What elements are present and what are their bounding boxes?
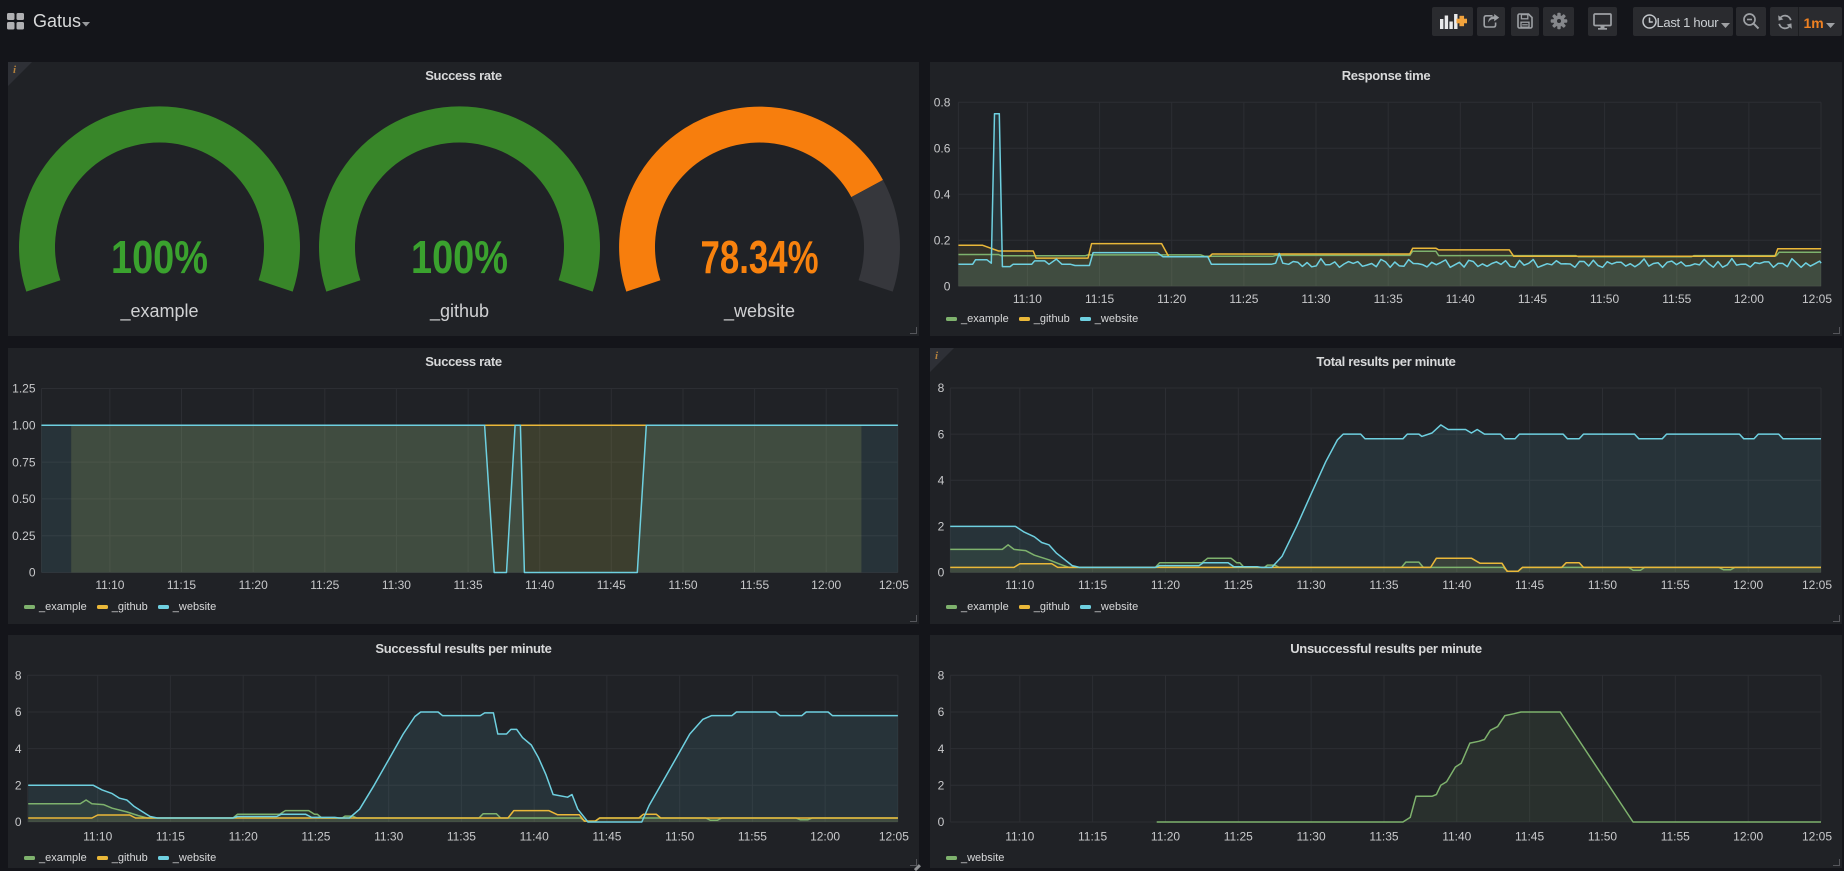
svg-text:0.25: 0.25: [12, 529, 36, 543]
svg-text:11:40: 11:40: [520, 830, 549, 844]
svg-text:11:40: 11:40: [1442, 830, 1471, 844]
svg-text:0: 0: [15, 815, 22, 829]
svg-text:4: 4: [938, 474, 945, 488]
svg-text:_website: _website: [723, 301, 795, 322]
svg-text:11:35: 11:35: [1369, 830, 1398, 844]
svg-text:12:00: 12:00: [1733, 578, 1763, 592]
svg-text:11:55: 11:55: [1661, 578, 1690, 592]
svg-text:0.8: 0.8: [934, 95, 951, 109]
svg-text:100%: 100%: [111, 231, 208, 283]
svg-text:_github: _github: [429, 301, 489, 322]
svg-text:11:55: 11:55: [738, 830, 767, 844]
svg-text:11:20: 11:20: [239, 578, 268, 592]
svg-text:0.6: 0.6: [934, 141, 951, 155]
svg-text:0: 0: [938, 815, 945, 829]
svg-text:11:45: 11:45: [597, 578, 626, 592]
svg-text:8: 8: [938, 381, 945, 395]
svg-text:8: 8: [15, 669, 22, 683]
svg-text:0.2: 0.2: [934, 233, 951, 247]
svg-text:0.75: 0.75: [12, 455, 36, 469]
svg-text:11:40: 11:40: [1446, 292, 1475, 306]
svg-text:6: 6: [938, 705, 945, 719]
svg-text:11:15: 11:15: [156, 830, 185, 844]
svg-text:11:55: 11:55: [1661, 830, 1690, 844]
svg-text:11:30: 11:30: [382, 578, 411, 592]
svg-text:0.50: 0.50: [12, 492, 36, 506]
svg-text:2: 2: [938, 779, 945, 793]
svg-text:0: 0: [29, 566, 36, 580]
svg-text:11:40: 11:40: [525, 578, 554, 592]
svg-text:11:50: 11:50: [1588, 578, 1617, 592]
svg-text:11:50: 11:50: [1588, 830, 1617, 844]
svg-text:12:05: 12:05: [879, 578, 909, 592]
svg-text:0.4: 0.4: [934, 187, 951, 201]
svg-text:11:30: 11:30: [1301, 292, 1330, 306]
svg-text:0: 0: [944, 279, 951, 293]
svg-text:11:50: 11:50: [1590, 292, 1619, 306]
svg-text:11:35: 11:35: [447, 830, 476, 844]
svg-text:11:30: 11:30: [374, 830, 403, 844]
svg-text:12:05: 12:05: [1802, 830, 1832, 844]
svg-text:11:30: 11:30: [1297, 830, 1326, 844]
svg-text:_example: _example: [119, 301, 198, 322]
svg-text:4: 4: [15, 742, 22, 756]
svg-text:11:25: 11:25: [301, 830, 330, 844]
svg-text:11:15: 11:15: [1085, 292, 1114, 306]
svg-text:11:25: 11:25: [1224, 578, 1253, 592]
svg-text:6: 6: [938, 427, 945, 441]
svg-text:8: 8: [938, 669, 945, 683]
svg-text:11:15: 11:15: [167, 578, 196, 592]
svg-text:11:15: 11:15: [1078, 830, 1107, 844]
svg-text:11:10: 11:10: [1005, 578, 1034, 592]
svg-text:12:05: 12:05: [1802, 578, 1832, 592]
svg-text:11:25: 11:25: [1224, 830, 1253, 844]
svg-text:0: 0: [938, 566, 945, 580]
svg-text:11:45: 11:45: [592, 830, 621, 844]
svg-text:12:05: 12:05: [1802, 292, 1832, 306]
svg-text:2: 2: [938, 520, 945, 534]
svg-text:11:45: 11:45: [1515, 578, 1544, 592]
svg-text:12:00: 12:00: [1734, 292, 1764, 306]
svg-text:11:20: 11:20: [1157, 292, 1186, 306]
svg-text:11:45: 11:45: [1515, 830, 1544, 844]
svg-text:11:40: 11:40: [1442, 578, 1471, 592]
svg-text:11:10: 11:10: [83, 830, 112, 844]
svg-text:11:30: 11:30: [1297, 578, 1326, 592]
svg-text:12:05: 12:05: [879, 830, 909, 844]
svg-text:11:35: 11:35: [1374, 292, 1403, 306]
svg-text:1.00: 1.00: [12, 419, 36, 433]
svg-text:11:25: 11:25: [1229, 292, 1258, 306]
svg-text:11:25: 11:25: [310, 578, 339, 592]
svg-text:11:50: 11:50: [665, 830, 694, 844]
svg-text:11:20: 11:20: [1151, 830, 1180, 844]
svg-text:11:10: 11:10: [95, 578, 124, 592]
svg-text:100%: 100%: [411, 231, 508, 283]
svg-text:2: 2: [15, 779, 22, 793]
svg-text:12:00: 12:00: [810, 830, 840, 844]
svg-text:11:55: 11:55: [1662, 292, 1691, 306]
svg-text:12:00: 12:00: [1733, 830, 1763, 844]
svg-text:11:45: 11:45: [1518, 292, 1547, 306]
svg-text:4: 4: [938, 742, 945, 756]
svg-text:12:00: 12:00: [811, 578, 841, 592]
svg-text:6: 6: [15, 705, 22, 719]
svg-text:11:35: 11:35: [454, 578, 483, 592]
svg-text:1.25: 1.25: [12, 382, 36, 396]
svg-text:11:20: 11:20: [1151, 578, 1180, 592]
svg-text:11:15: 11:15: [1078, 578, 1107, 592]
svg-text:11:35: 11:35: [1369, 578, 1398, 592]
svg-text:11:10: 11:10: [1005, 830, 1034, 844]
svg-text:11:10: 11:10: [1013, 292, 1042, 306]
svg-text:11:55: 11:55: [740, 578, 769, 592]
svg-text:78.34%: 78.34%: [701, 231, 819, 283]
svg-text:11:20: 11:20: [229, 830, 258, 844]
svg-text:11:50: 11:50: [668, 578, 697, 592]
